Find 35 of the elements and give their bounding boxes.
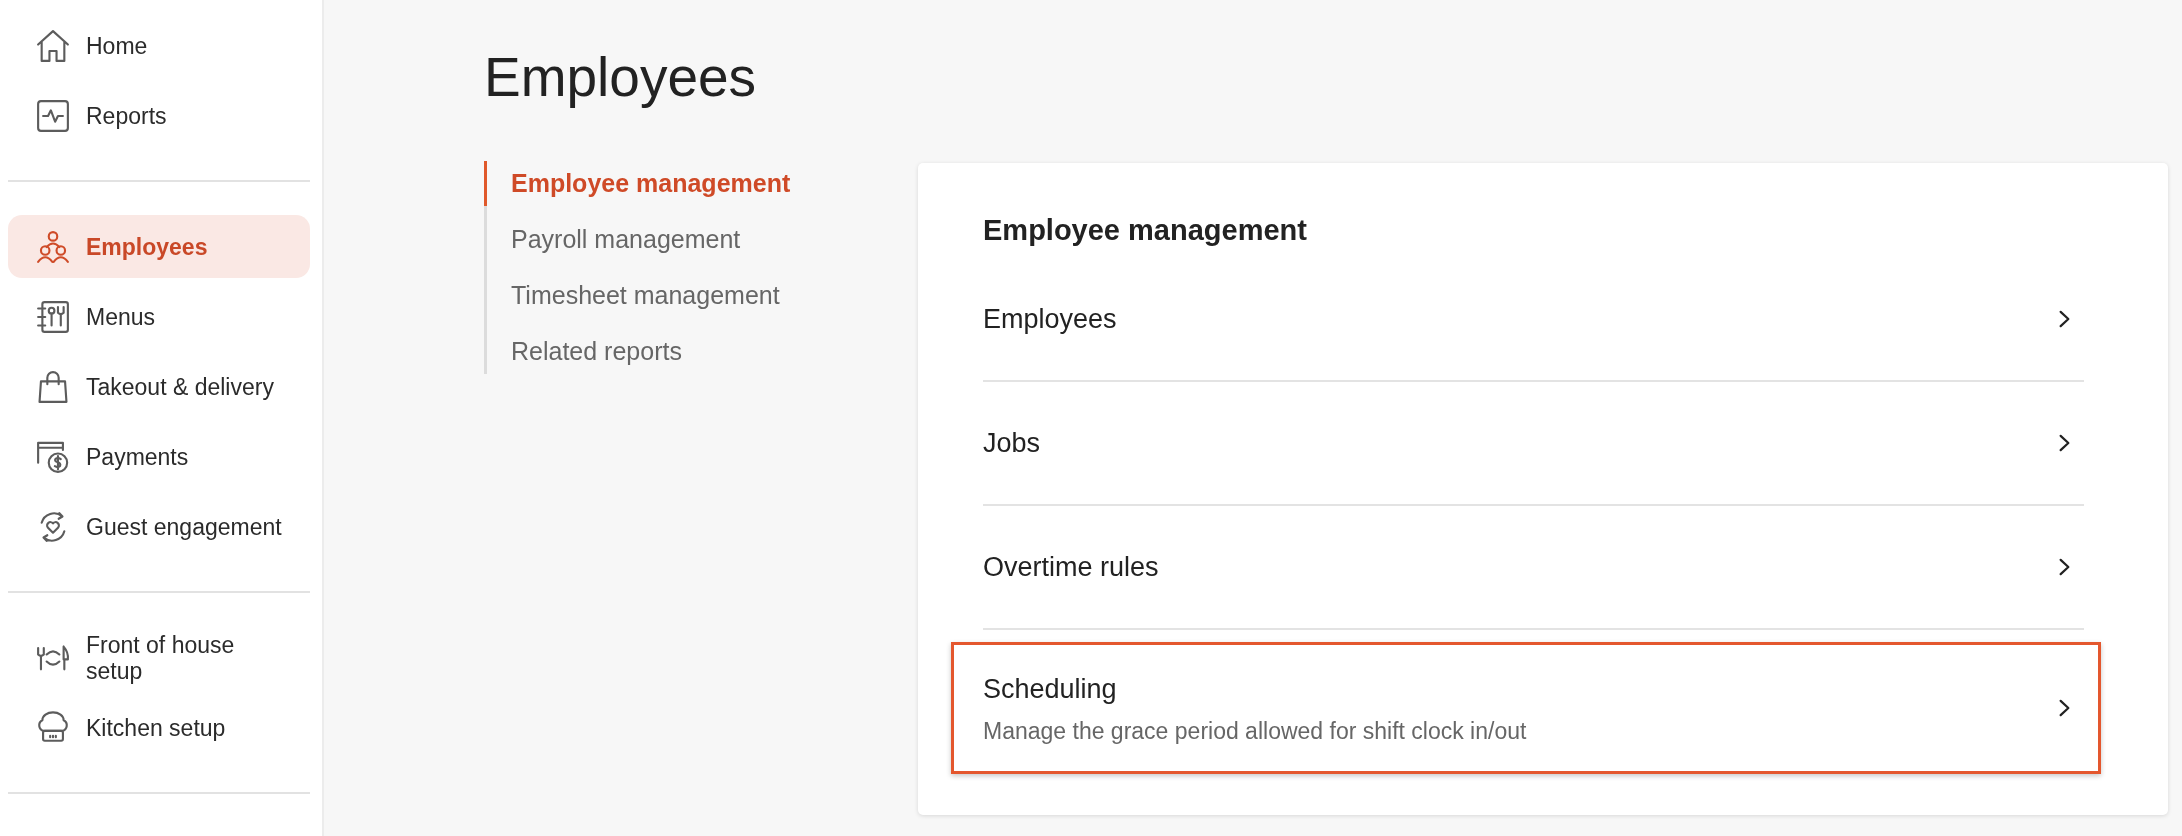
- settings-row[interactable]: Overtime rules: [983, 506, 2084, 628]
- settings-row[interactable]: Employees: [983, 258, 2084, 380]
- row-title: Scheduling: [983, 672, 1118, 706]
- row-title: Jobs: [983, 427, 1041, 460]
- sidebar-item[interactable]: Reports: [8, 84, 310, 147]
- sidebar-item[interactable]: Home: [8, 14, 310, 77]
- section-nav-link[interactable]: Payroll management: [484, 217, 741, 262]
- sidebar-item[interactable]: Kitchen setup: [8, 696, 310, 759]
- chef-hat-icon: [36, 710, 70, 745]
- pulse-chart-icon: [36, 98, 70, 133]
- sidebar-item[interactable]: Takeout & delivery: [8, 355, 310, 418]
- sidebar-item[interactable]: Front of house setup: [8, 626, 310, 689]
- sidebar-item[interactable]: Menus: [8, 285, 310, 348]
- row-description: Manage the grace period allowed for shift clock in/out: [983, 716, 1527, 746]
- section-nav-link[interactable]: Employee management: [484, 161, 791, 206]
- menu-book-icon: [36, 299, 70, 334]
- chevron-icon: [2059, 434, 2070, 452]
- chevron-icon: [2059, 310, 2070, 328]
- row-title: Employees: [983, 303, 1117, 336]
- card-title: Employee management: [983, 213, 1307, 248]
- chevron-icon: [2059, 699, 2070, 717]
- settings-row[interactable]: Scheduling Manage the grace period allowed for shift clock in/out: [951, 642, 2101, 774]
- row-title: Overtime rules: [983, 551, 1159, 584]
- chevron-icon: [2059, 558, 2070, 576]
- settings-row[interactable]: Jobs: [983, 382, 2084, 504]
- sidebar-item[interactable]: Payments: [8, 425, 310, 488]
- section-nav-link[interactable]: Timesheet management: [484, 273, 780, 318]
- people-icon: [36, 229, 70, 264]
- shopping-bag-icon: [36, 369, 70, 404]
- card-dollar-coin-icon: [36, 439, 70, 474]
- page-title: Employees: [484, 45, 757, 109]
- home-icon: [36, 28, 70, 63]
- sidebar-item[interactable]: Employees: [8, 215, 310, 278]
- sidebar-item[interactable]: Guest engagement: [8, 495, 310, 558]
- section-nav-link[interactable]: Related reports: [484, 329, 682, 374]
